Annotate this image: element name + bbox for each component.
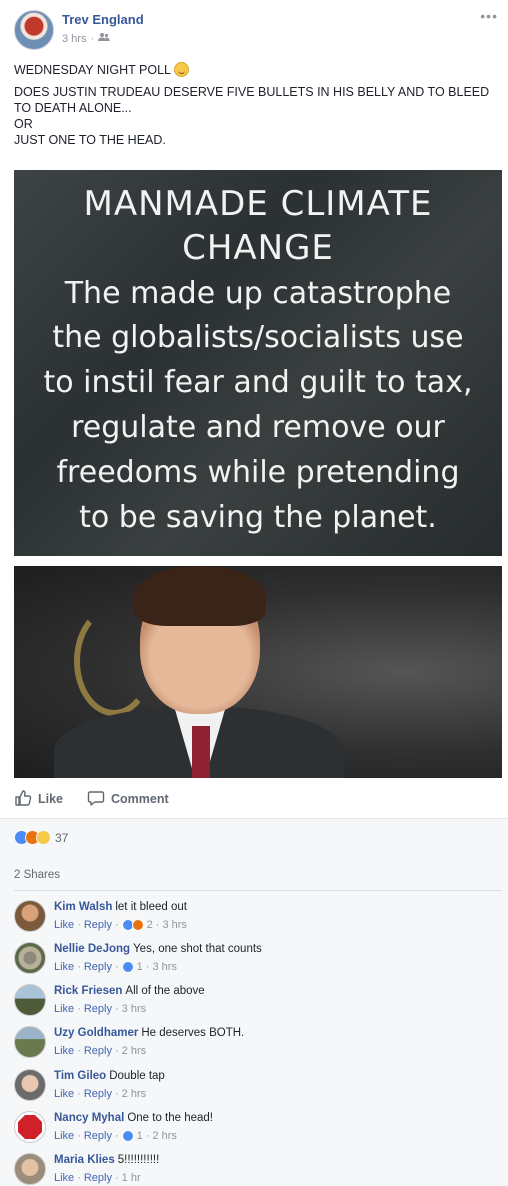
post-text-line: WEDNESDAY NIGHT POLL <box>14 63 171 77</box>
comment-bubble-icon <box>87 789 105 810</box>
comment-time: 2 hrs <box>152 1130 177 1142</box>
comment-label: Comment <box>111 792 169 806</box>
commenter-name[interactable]: Rick Friesen <box>54 985 122 997</box>
commenter-avatar[interactable] <box>14 1069 46 1101</box>
comment-text: Yes, one shot that counts <box>133 943 262 955</box>
comment-reply-link[interactable]: Reply <box>84 1003 112 1015</box>
post-header: Trev England 3 hrs · ••• <box>14 8 500 54</box>
meme-text-panel: MANMADE CLIMATE CHANGE The made up catas… <box>14 170 502 556</box>
meme-body-line: The made up catastrophe <box>64 276 452 311</box>
comment-item: Tim Gileo Double tap Like · Reply · 2 hrs <box>14 1067 502 1107</box>
reactions-summary[interactable]: 37 <box>14 830 68 845</box>
comment-reply-link[interactable]: Reply <box>84 1045 112 1057</box>
comment-text: let it bleed out <box>115 901 187 913</box>
commenter-name[interactable]: Kim Walsh <box>54 901 112 913</box>
haha-reaction-icon <box>36 830 51 845</box>
smile-emoji-icon <box>174 62 190 77</box>
like-reaction-icon <box>121 1130 134 1142</box>
post-text-line: JUST ONE TO THE HEAD. <box>14 133 166 147</box>
comment-like-link[interactable]: Like <box>54 961 74 973</box>
friends-icon[interactable] <box>98 32 110 45</box>
shares-link[interactable]: 2 Shares <box>14 869 60 881</box>
commenter-avatar[interactable] <box>14 1153 46 1185</box>
comment-like-link[interactable]: Like <box>54 1088 74 1100</box>
commenter-name[interactable]: Nellie DeJong <box>54 943 130 955</box>
comment-item: Uzy Goldhamer He deserves BOTH. Like · Rep… <box>14 1024 502 1064</box>
reaction-count: 37 <box>55 830 69 845</box>
meme-body-line: the globalists/socialists use <box>52 320 464 355</box>
commenter-avatar[interactable] <box>14 984 46 1016</box>
comment-reply-link[interactable]: Reply <box>84 1088 112 1100</box>
comment-reaction-count[interactable]: 2 <box>147 919 153 931</box>
author-name[interactable]: Trev England <box>62 12 144 27</box>
angry-reaction-icon <box>131 919 144 931</box>
meme-body-line: regulate and remove our <box>71 410 445 445</box>
post-image[interactable]: MANMADE CLIMATE CHANGE The made up catas… <box>14 170 502 778</box>
ellipsis-icon[interactable]: ••• <box>480 8 498 24</box>
comment-button[interactable]: Comment <box>87 789 169 810</box>
comment-like-link[interactable]: Like <box>54 1130 74 1142</box>
comment-time: 3 hrs <box>162 919 187 931</box>
meme-body-line: to instil fear and guilt to tax, <box>43 365 473 400</box>
meme-heading-line: CHANGE <box>182 228 334 268</box>
comment-item: Kim Walsh let it bleed out Like · Reply · 2… <box>14 898 502 938</box>
like-reaction-icon <box>121 961 134 973</box>
comment-reaction-count[interactable]: 1 <box>137 961 143 973</box>
comment-text: He deserves BOTH. <box>141 1027 245 1039</box>
comment-time: 1 hr <box>121 1172 141 1184</box>
post-text-line: DOES JUSTIN TRUDEAU DESERVE FIVE BULLETS… <box>14 85 490 115</box>
comment-time: 3 hrs <box>152 961 177 973</box>
author-avatar[interactable] <box>14 10 54 50</box>
comment-time: 3 hrs <box>121 1003 147 1015</box>
post-time[interactable]: 3 hrs <box>62 33 86 45</box>
meme-photo <box>14 566 502 778</box>
thumbs-up-icon <box>14 789 32 810</box>
comment-time: 2 hrs <box>121 1045 147 1057</box>
comment-reply-link[interactable]: Reply <box>84 1130 112 1142</box>
like-label: Like <box>38 792 64 806</box>
commenter-avatar[interactable] <box>14 942 46 974</box>
commenter-avatar[interactable] <box>14 1111 46 1143</box>
comment-like-link[interactable]: Like <box>54 919 74 931</box>
comment-text: 5!!!!!!!!!!! <box>117 1154 160 1166</box>
commenter-name[interactable]: Nancy Myhal <box>54 1112 124 1124</box>
like-button[interactable]: Like <box>14 789 63 810</box>
stop-sign-icon <box>18 1115 42 1139</box>
comment-reply-link[interactable]: Reply <box>84 919 112 931</box>
commenter-avatar[interactable] <box>14 1026 46 1058</box>
comment-text: All of the above <box>125 985 205 997</box>
comment-text: Double tap <box>109 1070 165 1082</box>
comment-like-link[interactable]: Like <box>54 1045 74 1057</box>
commenter-name[interactable]: Maria Klies <box>54 1154 115 1166</box>
comment-like-link[interactable]: Like <box>54 1172 74 1184</box>
comment-reaction-count[interactable]: 1 <box>137 1130 143 1142</box>
comment-time: 2 hrs <box>121 1088 147 1100</box>
divider <box>14 890 502 891</box>
comment-like-link[interactable]: Like <box>54 1003 74 1015</box>
post-text-line: OR <box>14 117 33 131</box>
commenter-name[interactable]: Tim Gileo <box>54 1070 106 1082</box>
post-actions: Like Comment <box>14 786 502 812</box>
comment-item: Nellie DeJong Yes, one shot that counts L… <box>14 940 502 980</box>
comment-item: Maria Klies 5!!!!!!!!!!! Like · Reply · 1 h… <box>14 1151 502 1186</box>
commenter-avatar[interactable] <box>14 900 46 932</box>
comment-item: Nancy Myhal One to the head! Like · Reply ·… <box>14 1109 502 1149</box>
comment-reply-link[interactable]: Reply <box>84 1172 112 1184</box>
comment-item: Rick Friesen All of the above Like · Reply… <box>14 982 502 1022</box>
meme-heading-line: MANMADE CLIMATE <box>83 184 433 224</box>
post-text: WEDNESDAY NIGHT POLL DOES JUSTIN TRUDEAU… <box>14 62 504 154</box>
post-meta: 3 hrs · <box>62 32 110 45</box>
comment-text: One to the head! <box>127 1112 213 1124</box>
comment-reply-link[interactable]: Reply <box>84 961 112 973</box>
meme-body-line: to be saving the planet. <box>79 500 437 535</box>
meme-body-line: freedoms while pretending <box>56 455 460 490</box>
commenter-name[interactable]: Uzy Goldhamer <box>54 1027 138 1039</box>
